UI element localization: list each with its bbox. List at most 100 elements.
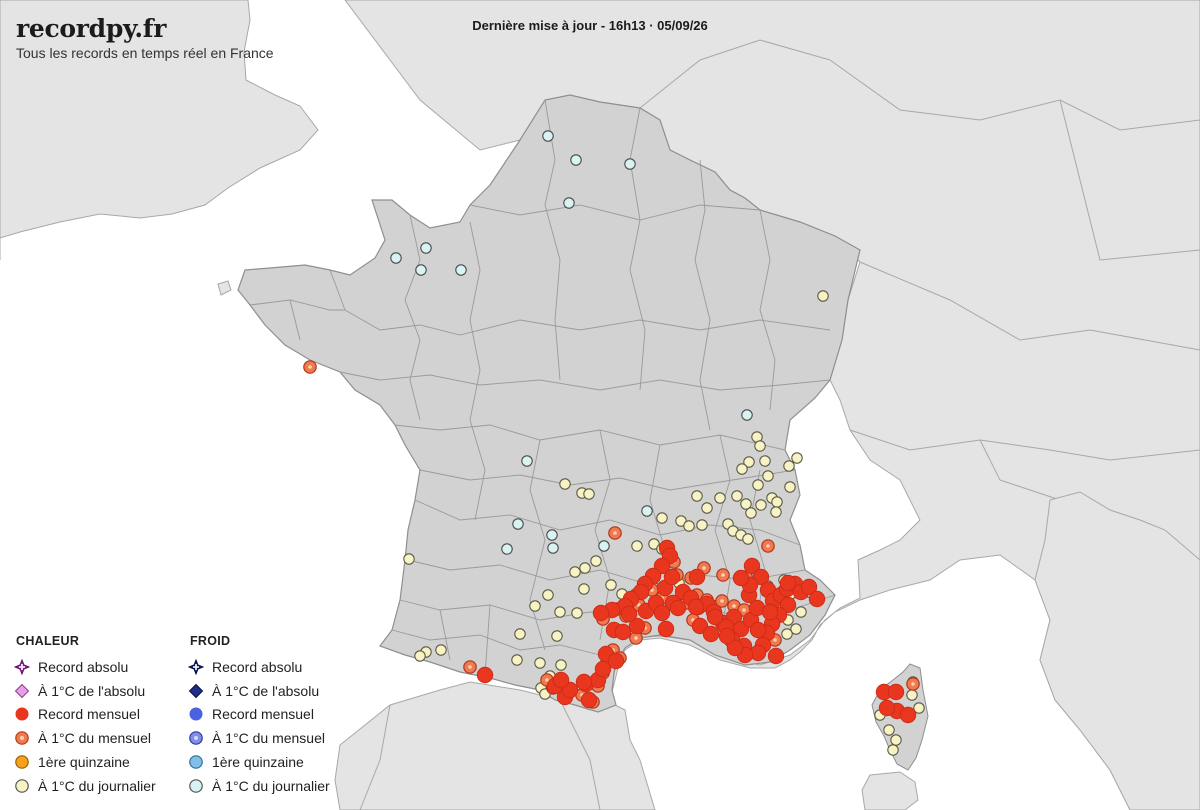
legend-cold-fortnight[interactable]: 1ère quinzaine [188, 750, 330, 774]
station-near-daily-heat[interactable] [771, 496, 783, 508]
station-near-daily-heat[interactable] [745, 507, 757, 519]
station-near-daily-heat[interactable] [883, 724, 895, 736]
station-near-daily-heat[interactable] [551, 630, 563, 642]
station-near-daily-cold[interactable] [501, 543, 513, 555]
station-monthly-record-heat[interactable] [732, 569, 750, 587]
legend-cold-near-monthly[interactable]: À 1°C du mensuel [188, 726, 330, 750]
station-near-daily-heat[interactable] [736, 463, 748, 475]
station-near-daily-cold[interactable] [542, 130, 554, 142]
station-monthly-record-heat[interactable] [761, 603, 779, 621]
station-monthly-record-heat[interactable] [575, 673, 593, 691]
station-near-daily-heat[interactable] [714, 492, 726, 504]
station-monthly-record-heat[interactable] [614, 623, 632, 641]
station-near-daily-heat[interactable] [795, 606, 807, 618]
station-near-daily-heat[interactable] [605, 579, 617, 591]
station-near-daily-heat[interactable] [511, 654, 523, 666]
legend-heat-near-monthly[interactable]: À 1°C du mensuel [14, 726, 156, 750]
station-near-daily-heat[interactable] [534, 657, 546, 669]
station-near-daily-heat[interactable] [555, 659, 567, 671]
station-monthly-record-heat[interactable] [702, 625, 720, 643]
station-near-daily-heat[interactable] [755, 499, 767, 511]
station-near-daily-heat[interactable] [569, 566, 581, 578]
legend-heat-fortnight[interactable]: 1ère quinzaine [14, 750, 156, 774]
station-monthly-record-heat[interactable] [653, 604, 671, 622]
legend-cold-absolute[interactable]: Record absolu [188, 655, 330, 679]
station-near-daily-heat[interactable] [759, 455, 771, 467]
station-near-daily-heat[interactable] [791, 452, 803, 464]
station-monthly-record-heat[interactable] [592, 604, 610, 622]
station-near-daily-heat[interactable] [783, 460, 795, 472]
station-near-daily-heat[interactable] [559, 478, 571, 490]
station-near-daily-cold[interactable] [547, 542, 559, 554]
station-near-daily-heat[interactable] [784, 481, 796, 493]
station-near-daily-heat[interactable] [742, 533, 754, 545]
station-near-daily-heat[interactable] [554, 606, 566, 618]
station-monthly-record-heat[interactable] [718, 627, 736, 645]
station-near-daily-heat[interactable] [403, 553, 415, 565]
station-near-daily-cold[interactable] [641, 505, 653, 517]
station-near-daily-heat[interactable] [781, 628, 793, 640]
station-near-daily-heat[interactable] [529, 600, 541, 612]
station-near-daily-cold[interactable] [598, 540, 610, 552]
station-monthly-record-heat[interactable] [663, 568, 681, 586]
station-near-daily-heat[interactable] [656, 512, 668, 524]
station-near-daily-cold[interactable] [521, 455, 533, 467]
station-near-daily-heat[interactable] [414, 650, 426, 662]
legend-heat-monthly-record[interactable]: Record mensuel [14, 703, 156, 727]
station-near-daily-heat[interactable] [579, 562, 591, 574]
station-near-daily-cold[interactable] [570, 154, 582, 166]
station-near-daily-cold[interactable] [455, 264, 467, 276]
legend-cold-near-absolute[interactable]: À 1°C de l'absolu [188, 679, 330, 703]
station-near-daily-heat[interactable] [683, 520, 695, 532]
station-monthly-record-heat[interactable] [607, 652, 625, 670]
station-monthly-record-heat[interactable] [899, 706, 917, 724]
station-monthly-record-heat[interactable] [580, 691, 598, 709]
station-near-daily-heat[interactable] [770, 506, 782, 518]
station-near-daily-heat[interactable] [890, 734, 902, 746]
station-near-daily-heat[interactable] [906, 689, 918, 701]
station-near-daily-cold[interactable] [390, 252, 402, 264]
station-near-daily-cold[interactable] [563, 197, 575, 209]
legend-heat-absolute[interactable]: Record absolu [14, 655, 156, 679]
station-near-daily-heat[interactable] [731, 490, 743, 502]
station-monthly-record-heat[interactable] [749, 621, 767, 639]
station-monthly-record-heat[interactable] [687, 598, 705, 616]
station-near-daily-heat[interactable] [571, 607, 583, 619]
station-near-daily-heat[interactable] [691, 490, 703, 502]
station-monthly-record-heat[interactable] [688, 568, 706, 586]
station-near-daily-heat[interactable] [514, 628, 526, 640]
station-near-daily-heat[interactable] [583, 488, 595, 500]
station-near-daily-heat[interactable] [542, 589, 554, 601]
station-monthly-record-heat[interactable] [657, 620, 675, 638]
station-monthly-record-heat[interactable] [808, 590, 826, 608]
station-monthly-record-heat[interactable] [706, 608, 724, 626]
legend-cold-near-daily[interactable]: À 1°C du journalier [188, 774, 330, 798]
station-near-daily-heat[interactable] [435, 644, 447, 656]
station-near-daily-cold[interactable] [624, 158, 636, 170]
station-monthly-record-heat[interactable] [669, 599, 687, 617]
station-near-daily-heat[interactable] [631, 540, 643, 552]
station-near-daily-cold[interactable] [415, 264, 427, 276]
station-near-daily-cold[interactable] [741, 409, 753, 421]
station-near-daily-heat[interactable] [590, 555, 602, 567]
station-monthly-record-heat[interactable] [887, 683, 905, 701]
station-near-daily-cold[interactable] [420, 242, 432, 254]
legend-heat-near-daily[interactable]: À 1°C du journalier [14, 774, 156, 798]
station-near-daily-heat[interactable] [578, 583, 590, 595]
station-near-daily-heat[interactable] [762, 470, 774, 482]
station-near-daily-heat[interactable] [817, 290, 829, 302]
station-monthly-record-heat[interactable] [552, 671, 570, 689]
station-monthly-record-heat[interactable] [779, 574, 797, 592]
legend-heat-near-absolute[interactable]: À 1°C de l'absolu [14, 679, 156, 703]
station-near-daily-cold[interactable] [512, 518, 524, 530]
station-monthly-record-heat[interactable] [476, 666, 494, 684]
station-near-daily-heat[interactable] [701, 502, 713, 514]
station-monthly-record-heat[interactable] [878, 699, 896, 717]
station-near-daily-cold[interactable] [546, 529, 558, 541]
station-near-daily-heat[interactable] [696, 519, 708, 531]
station-monthly-record-heat[interactable] [767, 647, 785, 665]
legend-cold-monthly-record[interactable]: Record mensuel [188, 703, 330, 727]
station-near-daily-heat[interactable] [752, 479, 764, 491]
station-near-daily-heat[interactable] [754, 440, 766, 452]
station-monthly-record-heat[interactable] [620, 605, 638, 623]
